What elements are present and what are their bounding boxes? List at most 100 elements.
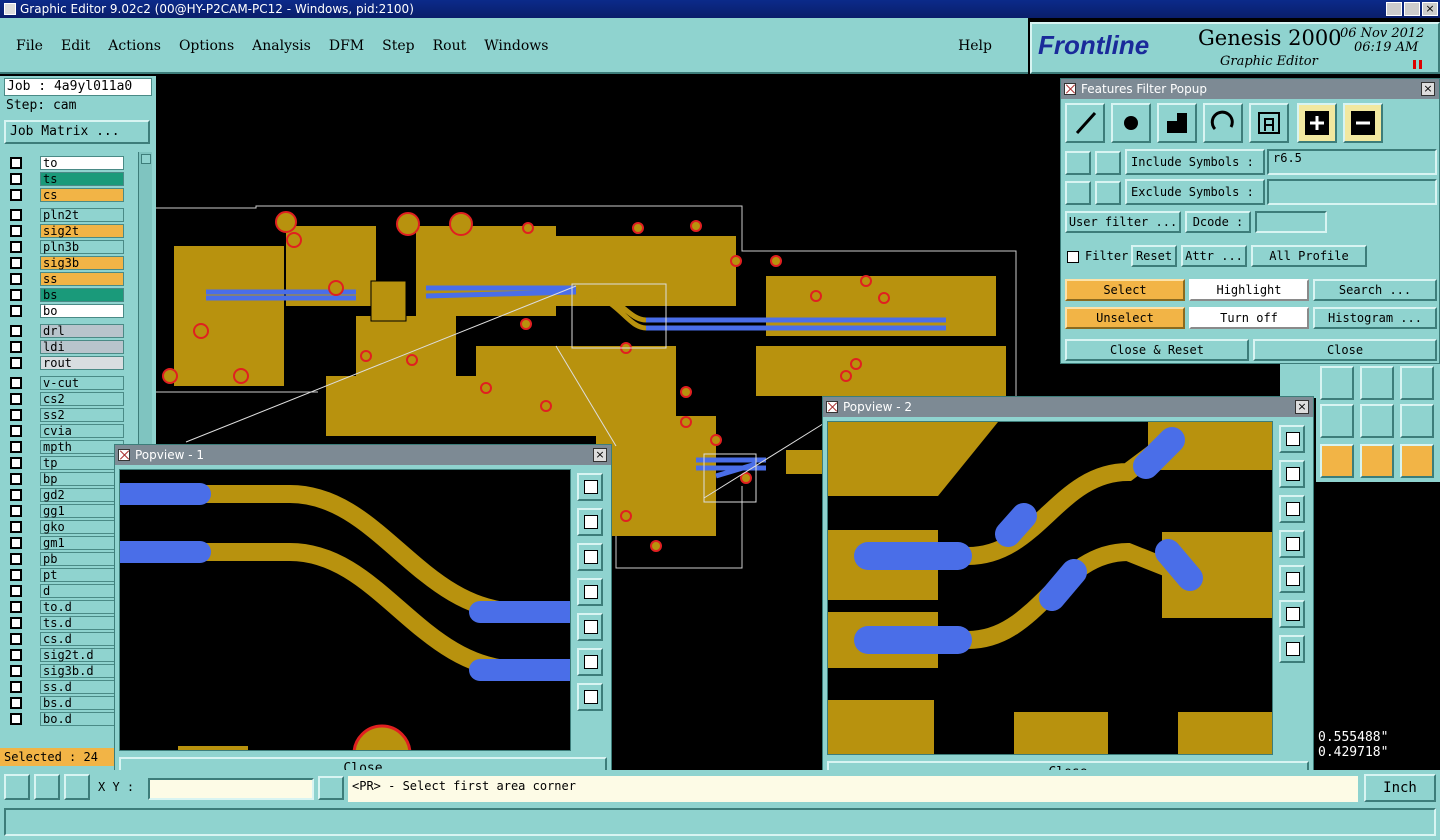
scroll-up-icon[interactable]: [141, 154, 151, 164]
layer-name[interactable]: sig3b: [40, 256, 124, 270]
layer-name[interactable]: to.d: [40, 600, 124, 614]
all-profile-dropdown[interactable]: All Profile: [1251, 245, 1367, 267]
layer-checkbox[interactable]: [10, 257, 22, 269]
snap-tool-icon[interactable]: [1320, 404, 1354, 438]
layer-name[interactable]: gg1: [40, 504, 124, 518]
net-tool-icon[interactable]: [1280, 364, 1316, 398]
layer-name[interactable]: rout: [40, 356, 124, 370]
search-button[interactable]: Search ...: [1313, 279, 1437, 301]
zoom-fit-icon[interactable]: [577, 473, 603, 501]
menu-options[interactable]: Options: [179, 38, 234, 54]
units-dropdown[interactable]: Inch: [1364, 774, 1436, 802]
select-button[interactable]: Select: [1065, 279, 1185, 301]
route-tool-icon[interactable]: [1400, 444, 1434, 478]
close-icon[interactable]: ×: [1422, 2, 1438, 16]
reset-button[interactable]: Reset: [1131, 245, 1177, 267]
exclude-pick-icon[interactable]: [1065, 181, 1091, 205]
arc-feature-icon[interactable]: [1203, 103, 1243, 143]
layer-checkbox[interactable]: [10, 601, 22, 613]
layer-name[interactable]: ss: [40, 272, 124, 286]
layer-checkbox[interactable]: [10, 489, 22, 501]
layer-checkbox[interactable]: [10, 393, 22, 405]
menu-help[interactable]: Help: [958, 38, 992, 54]
layer-checkbox[interactable]: [10, 713, 22, 725]
attr-button[interactable]: Attr ...: [1181, 245, 1247, 267]
layer-name[interactable]: bs.d: [40, 696, 124, 710]
layer-name[interactable]: d: [40, 584, 124, 598]
layer-checkbox[interactable]: [10, 473, 22, 485]
layer-checkbox[interactable]: [10, 377, 22, 389]
zoom-out-icon[interactable]: [577, 683, 603, 711]
zoom-out-icon[interactable]: [1279, 635, 1305, 663]
layer-name[interactable]: pln2t: [40, 208, 124, 222]
layer-checkbox[interactable]: [10, 225, 22, 237]
include-symbols-input[interactable]: r6.5: [1267, 149, 1437, 175]
layer-name[interactable]: mpth: [40, 440, 124, 454]
layer-checkbox[interactable]: [10, 521, 22, 533]
menu-step[interactable]: Step: [382, 38, 414, 54]
snap-off-tool-icon[interactable]: [1400, 404, 1434, 438]
filter-close-icon[interactable]: ×: [1421, 82, 1435, 96]
prompt-info-icon[interactable]: [318, 776, 344, 800]
pan-right-icon[interactable]: [1279, 565, 1305, 593]
layer-name[interactable]: gko: [40, 520, 124, 534]
user-filter-button[interactable]: User filter ...: [1065, 211, 1181, 233]
line-tool-icon[interactable]: [1320, 366, 1354, 400]
layer-name[interactable]: cvia: [40, 424, 124, 438]
window-menu-icon[interactable]: [118, 449, 130, 461]
layer-checkbox[interactable]: [10, 697, 22, 709]
minimize-icon[interactable]: [1386, 2, 1402, 16]
pointer-tool-icon[interactable]: [1360, 444, 1394, 478]
zoom-in-icon[interactable]: [1279, 600, 1305, 628]
xy-input[interactable]: [148, 778, 314, 800]
layer-name[interactable]: ts: [40, 172, 124, 186]
pan-left-icon[interactable]: [577, 578, 603, 606]
layer-name[interactable]: ss2: [40, 408, 124, 422]
layer-checkbox[interactable]: [10, 617, 22, 629]
popview1-canvas[interactable]: [119, 469, 571, 751]
layer-checkbox[interactable]: [10, 633, 22, 645]
layer-checkbox[interactable]: [10, 665, 22, 677]
exclude-list-icon[interactable]: [1095, 181, 1121, 205]
layer-checkbox[interactable]: [10, 273, 22, 285]
layer-checkbox[interactable]: [10, 553, 22, 565]
layer-name[interactable]: ldi: [40, 340, 124, 354]
measure-icon[interactable]: [34, 774, 60, 800]
layer-checkbox[interactable]: [10, 157, 22, 169]
minus-polarity-icon[interactable]: [1343, 103, 1383, 143]
shapes-tool-icon[interactable]: [1400, 366, 1434, 400]
snap-mid-tool-icon[interactable]: [1360, 404, 1394, 438]
menu-dfm[interactable]: DFM: [329, 38, 364, 54]
layer-name[interactable]: bo.d: [40, 712, 124, 726]
layer-name[interactable]: sig3b.d: [40, 664, 124, 678]
dcode-input[interactable]: [1255, 211, 1327, 233]
grid-icon[interactable]: [64, 774, 90, 800]
layer-name[interactable]: cs: [40, 188, 124, 202]
popview1-close-icon[interactable]: ×: [593, 448, 607, 462]
window-menu-icon[interactable]: [1064, 83, 1076, 95]
layer-checkbox[interactable]: [10, 457, 22, 469]
menu-edit[interactable]: Edit: [61, 38, 90, 54]
layer-checkbox[interactable]: [10, 357, 22, 369]
popview2-close-icon[interactable]: ×: [1295, 400, 1309, 414]
pan-left-icon[interactable]: [1279, 530, 1305, 558]
layer-checkbox[interactable]: [10, 189, 22, 201]
layer-checkbox[interactable]: [10, 569, 22, 581]
layer-checkbox[interactable]: [10, 341, 22, 353]
layer-name[interactable]: ss.d: [40, 680, 124, 694]
layer-name[interactable]: drl: [40, 324, 124, 338]
layer-name[interactable]: pt: [40, 568, 124, 582]
pan-up-icon[interactable]: [577, 508, 603, 536]
turn-off-button[interactable]: Turn off: [1189, 307, 1309, 329]
maximize-icon[interactable]: [1404, 2, 1420, 16]
include-pick-icon[interactable]: [1065, 151, 1091, 175]
layer-name[interactable]: ts.d: [40, 616, 124, 630]
layer-name[interactable]: tp: [40, 456, 124, 470]
pad-feature-icon[interactable]: [1111, 103, 1151, 143]
layer-name[interactable]: cs2: [40, 392, 124, 406]
menu-actions[interactable]: Actions: [108, 38, 161, 54]
layer-name[interactable]: gm1: [40, 536, 124, 550]
message-field[interactable]: [4, 808, 1436, 836]
pan-up-icon[interactable]: [1279, 460, 1305, 488]
plus-polarity-icon[interactable]: [1297, 103, 1337, 143]
